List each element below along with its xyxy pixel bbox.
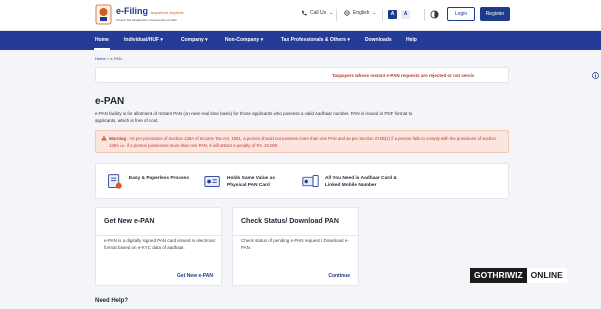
globe-icon xyxy=(344,10,350,16)
nav-item-home[interactable]: Home xyxy=(94,31,110,50)
chevron-down-icon: ▾ xyxy=(347,37,350,43)
check-status-card: Check Status/ Download PAN Check status … xyxy=(232,207,359,286)
breadcrumb-separator: > xyxy=(106,56,110,61)
watermark-logo: GOTHRIWIZ ONLINE xyxy=(470,268,567,283)
info-icon[interactable] xyxy=(592,72,599,79)
page-description: e-PAN facility is for allotment of Insta… xyxy=(95,111,413,123)
notice-text: Taxpayers whose instant e-PAN requests a… xyxy=(332,73,475,78)
main-nav: Home Individual/HUF ▾ Company ▾ Non-Comp… xyxy=(0,31,601,50)
nav-item-tax-professionals[interactable]: Tax Professionals & Others ▾ xyxy=(281,31,350,50)
chevron-down-icon: ⌄ xyxy=(329,10,334,16)
divider xyxy=(424,9,425,21)
top-header: e-Filing Anywhere Anytime Income Tax Dep… xyxy=(0,0,601,31)
need-help-heading: Need Help? xyxy=(95,298,129,304)
nav-item-individual-huf[interactable]: Individual/HUF ▾ xyxy=(124,31,163,50)
chevron-down-icon: ⌄ xyxy=(372,10,377,16)
logo-tagline: Anywhere Anytime xyxy=(150,10,184,15)
features-panel: Easy & Paperless Process Holds Same Valu… xyxy=(95,163,509,199)
nav-item-company[interactable]: Company ▾ xyxy=(181,31,208,50)
call-us-label: Call Us xyxy=(310,10,327,16)
breadcrumb-current: e-PAN xyxy=(110,56,122,61)
card-description: Check status of pending e-PAN request / … xyxy=(241,238,349,250)
card-title: Check Status/ Download PAN xyxy=(241,218,339,225)
call-us-menu[interactable]: Call Us ⌄ xyxy=(301,10,333,16)
feature-item: Holds Same Value as Physical PAN Card xyxy=(204,173,289,190)
feature-text: Easy & Paperless Process xyxy=(129,176,190,181)
continue-link[interactable]: Continue xyxy=(328,273,350,279)
chevron-down-icon: ▾ xyxy=(260,37,264,43)
divider xyxy=(233,235,358,236)
warning-text: Warning : As per provisions of Section 1… xyxy=(109,135,505,149)
divider xyxy=(382,9,383,21)
register-button[interactable]: Register xyxy=(480,7,510,21)
pan-card-icon xyxy=(204,175,220,188)
emblem-icon xyxy=(95,4,112,25)
feature-text: All You Need is Aadhaar Card & Linked Mo… xyxy=(325,176,397,188)
notice-banner: Taxpayers whose instant e-PAN requests a… xyxy=(95,67,599,83)
efiling-logo[interactable]: e-Filing Anywhere Anytime Income Tax Dep… xyxy=(95,4,195,27)
get-new-epan-link[interactable]: Get New e-PAN xyxy=(177,273,213,279)
nav-item-help[interactable]: Help xyxy=(406,31,417,50)
warning-icon xyxy=(101,135,107,141)
font-decrease-button[interactable]: A xyxy=(388,10,397,19)
nav-item-downloads[interactable]: Downloads xyxy=(365,31,392,50)
watermark-left: GOTHRIWIZ xyxy=(470,268,527,283)
card-description: e-PAN is a digitally signed PAN card iss… xyxy=(104,238,216,250)
contrast-icon[interactable] xyxy=(430,10,439,19)
paperless-icon xyxy=(108,174,122,189)
warning-label: Warning : xyxy=(109,136,129,141)
logo-title: e-Filing Anywhere Anytime xyxy=(116,6,184,16)
feature-item: Easy & Paperless Process xyxy=(106,173,199,190)
login-button[interactable]: Login xyxy=(447,7,475,21)
breadcrumb-home[interactable]: Home xyxy=(95,56,106,61)
chevron-down-icon: ▾ xyxy=(160,37,163,43)
get-new-epan-card: Get New e-PAN e-PAN is a digitally signe… xyxy=(95,207,222,286)
language-label: English xyxy=(353,10,370,16)
chevron-down-icon: ▾ xyxy=(205,37,208,43)
feature-item: All You Need is Aadhaar Card & Linked Mo… xyxy=(302,173,409,190)
phone-icon xyxy=(301,10,307,16)
card-title: Get New e-PAN xyxy=(104,218,155,225)
aadhaar-icon xyxy=(302,175,319,188)
warning-banner: Warning : As per provisions of Section 1… xyxy=(95,130,509,153)
divider xyxy=(96,235,221,236)
breadcrumb: Home > e-PAN xyxy=(95,56,122,61)
font-increase-button[interactable]: A xyxy=(401,10,410,19)
watermark-right: ONLINE xyxy=(526,268,567,283)
warning-body: As per provisions of Section 139A of Inc… xyxy=(109,136,496,148)
nav-item-non-company[interactable]: Non-Company ▾ xyxy=(225,31,263,50)
divider xyxy=(336,9,337,21)
language-menu[interactable]: English ⌄ xyxy=(344,10,377,16)
logo-subtitle: Income Tax Department, Government of Ind… xyxy=(116,18,177,22)
page-title: e-PAN xyxy=(95,96,125,107)
feature-text: Holds Same Value as Physical PAN Card xyxy=(227,176,275,188)
